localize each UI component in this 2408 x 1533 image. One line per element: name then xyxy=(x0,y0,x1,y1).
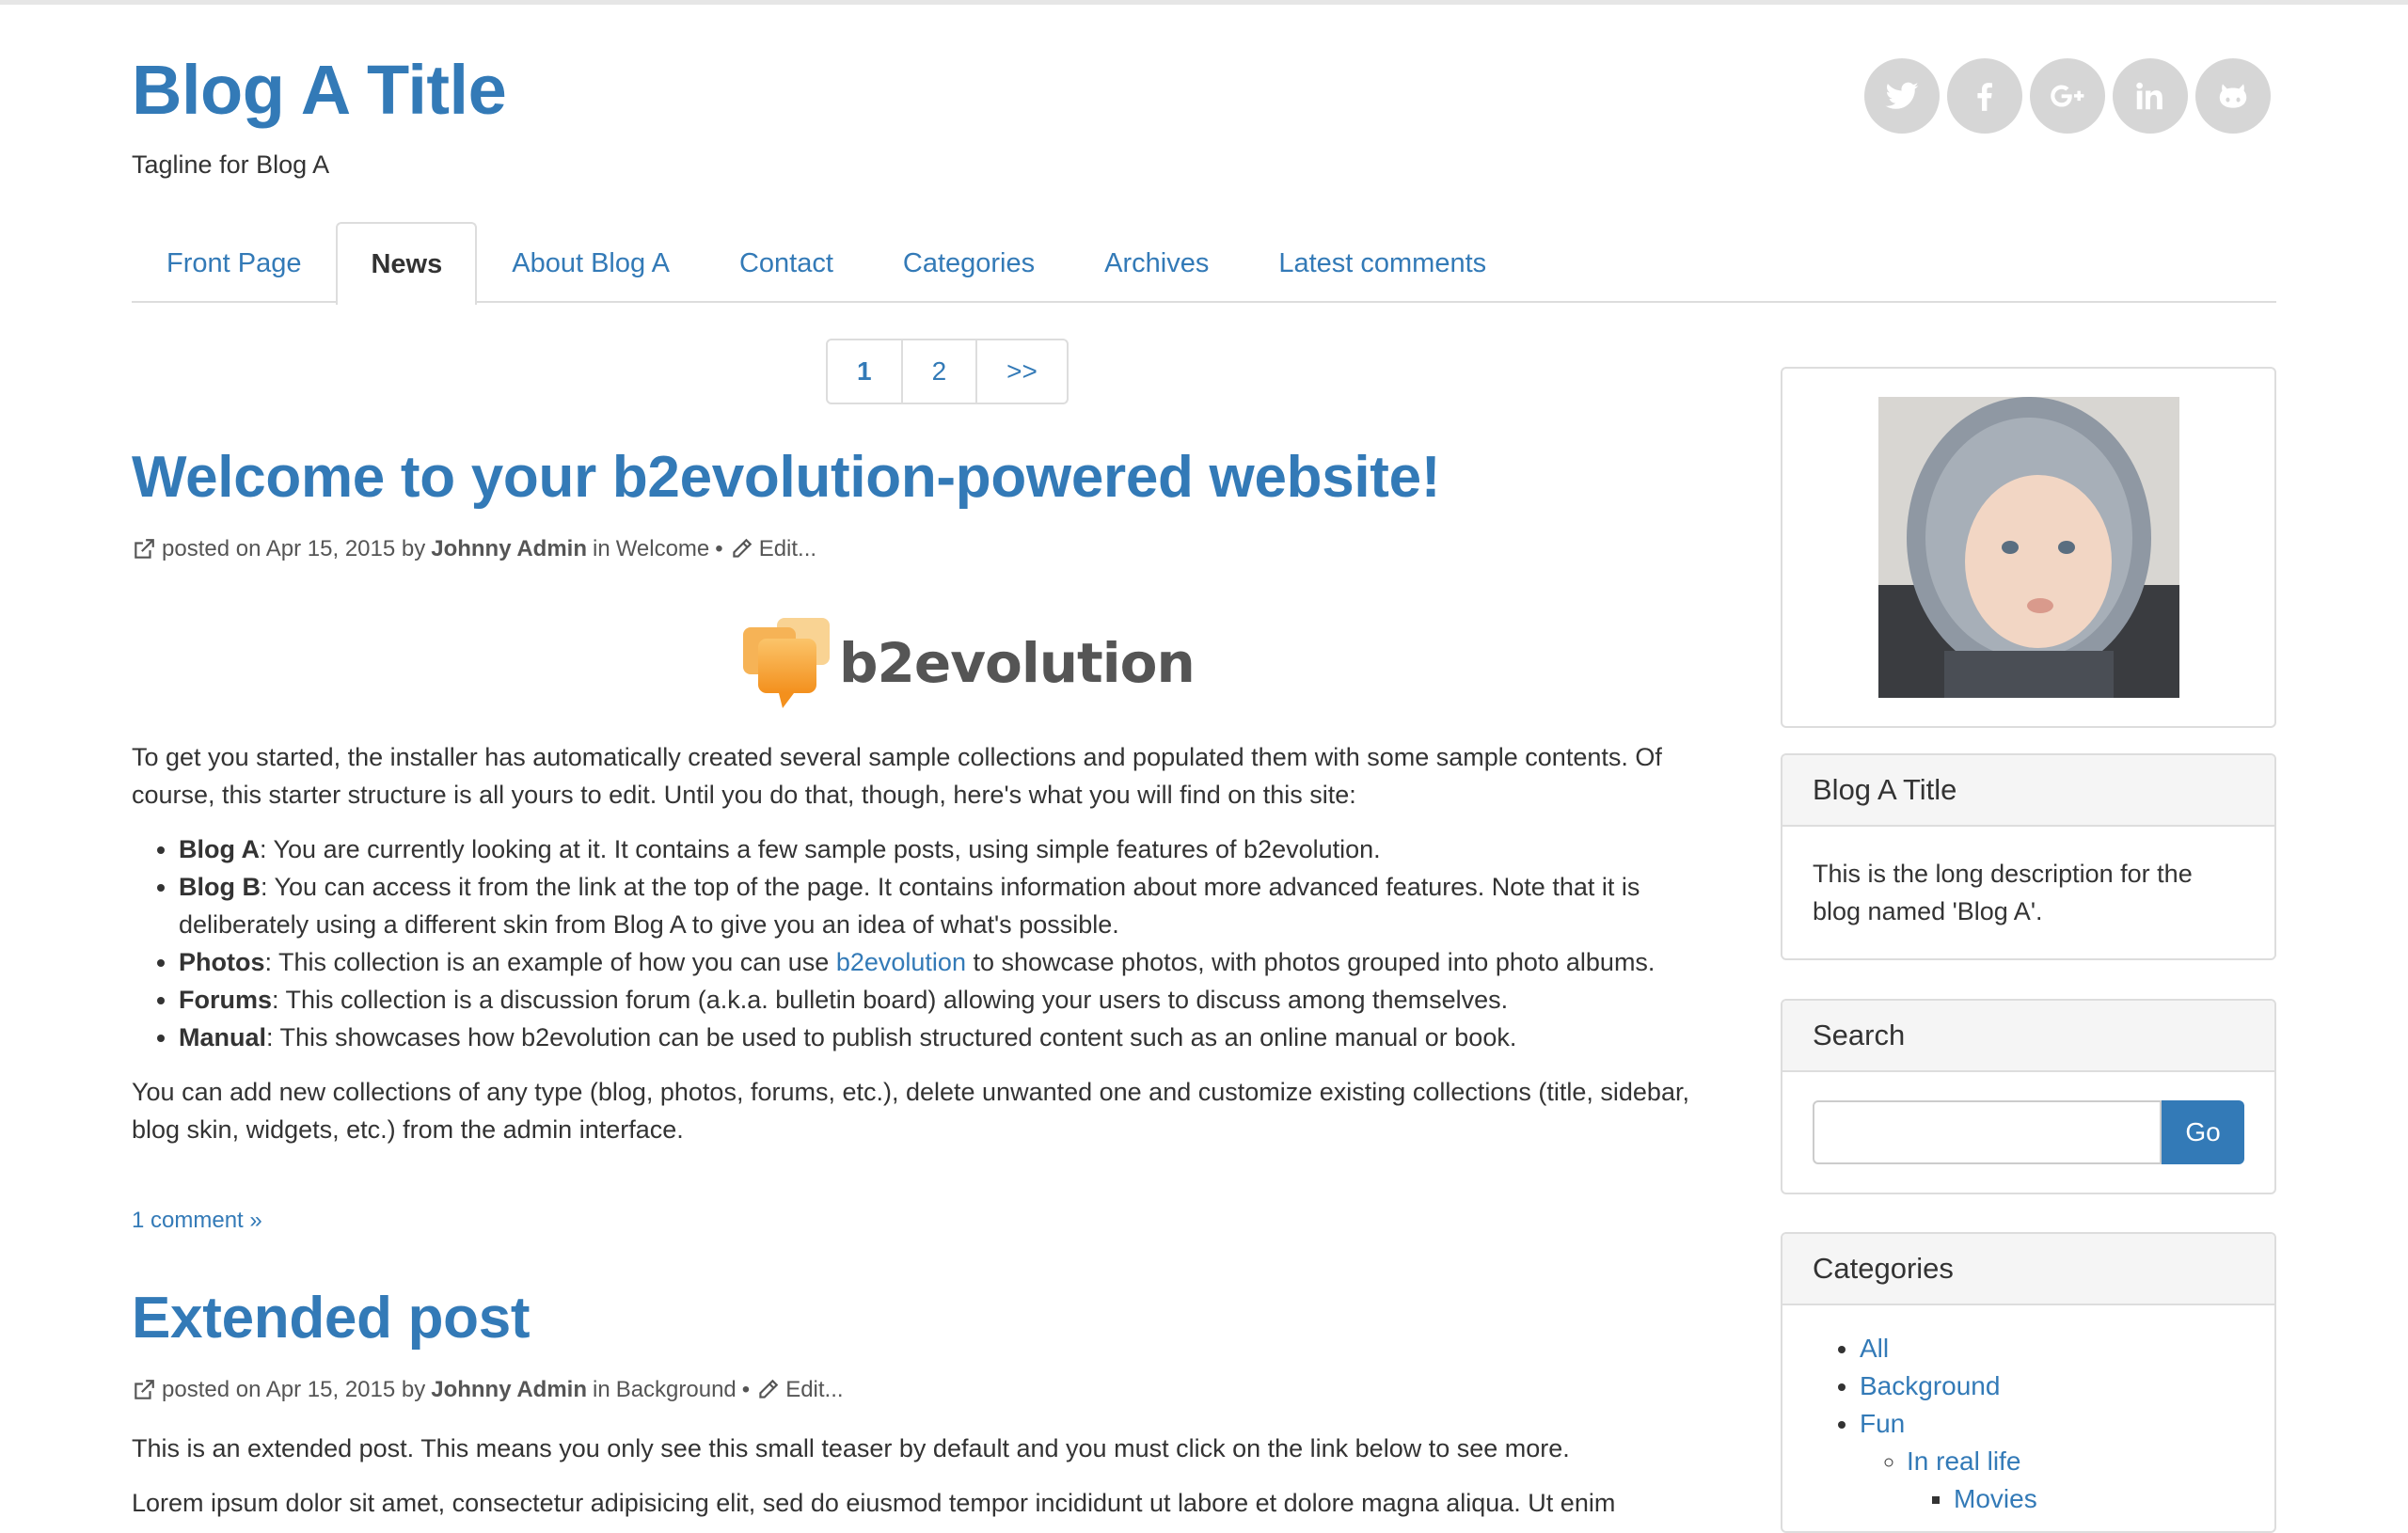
social-links xyxy=(1864,58,2271,134)
pagination: 1 2 >> xyxy=(826,339,1069,404)
category-background[interactable]: Background xyxy=(1860,1371,2000,1400)
category-all[interactable]: All xyxy=(1860,1334,1889,1363)
top-bar xyxy=(0,0,2408,5)
edit-link[interactable]: Edit... xyxy=(759,536,816,562)
page-2-link[interactable]: 2 xyxy=(900,340,976,403)
category-in-real-life[interactable]: In real life xyxy=(1907,1446,2020,1476)
post-intro: To get you started, the installer has au… xyxy=(132,743,1662,809)
tab-categories[interactable]: Categories xyxy=(868,222,1069,303)
post-content: This is an extended post. This means you… xyxy=(132,1430,1721,1522)
tab-contact[interactable]: Contact xyxy=(705,222,868,303)
facebook-icon xyxy=(1977,83,1992,111)
blog-info-panel: Blog A Title This is the long descriptio… xyxy=(1781,753,2276,960)
avatar-panel xyxy=(1781,367,2276,728)
twitter-button[interactable] xyxy=(1864,58,1940,134)
category-item: Fun In real life Movies xyxy=(1860,1405,2244,1518)
post-in-label: in xyxy=(593,536,610,561)
list-item: Forums: This collection is a discussion … xyxy=(179,981,1721,1019)
search-form: Go xyxy=(1813,1100,2244,1164)
github-button[interactable] xyxy=(2195,58,2271,134)
post-meta: posted on Apr 15, 2015 by Johnny Admin i… xyxy=(132,1377,844,1403)
post-lorem: Lorem ipsum dolor sit amet, consectetur … xyxy=(132,1489,1616,1517)
edit-icon xyxy=(733,538,752,558)
google-plus-icon xyxy=(2051,85,2084,107)
post-category[interactable]: Welcome xyxy=(616,536,710,562)
post-content: To get you started, the installer has au… xyxy=(132,738,1721,1148)
google-plus-button[interactable] xyxy=(2030,58,2105,134)
category-item: All xyxy=(1860,1330,2244,1367)
panel-title: Categories xyxy=(1782,1234,2274,1305)
meta-separator: • xyxy=(715,536,723,561)
meta-separator: • xyxy=(741,1377,751,1402)
b2evolution-logo: b2evolution xyxy=(741,616,1196,710)
tab-front-page[interactable]: Front Page xyxy=(132,222,336,303)
list-item: Manual: This showcases how b2evolution c… xyxy=(179,1019,1721,1056)
site-tagline: Tagline for Blog A xyxy=(132,150,330,179)
permalink-icon[interactable] xyxy=(132,537,156,561)
post-in-label: in xyxy=(593,1377,610,1402)
post-date: posted on Apr 15, 2015 by xyxy=(162,536,426,561)
category-movies[interactable]: Movies xyxy=(1954,1484,2037,1513)
logo-bubbles-icon xyxy=(743,618,830,708)
category-fun[interactable]: Fun xyxy=(1860,1409,1905,1438)
category-item: In real life Movies xyxy=(1907,1443,2244,1518)
search-go-button[interactable]: Go xyxy=(2162,1100,2244,1164)
permalink-icon[interactable] xyxy=(132,1378,156,1402)
github-icon xyxy=(2219,84,2247,108)
main-nav: Front Page News About Blog A Contact Cat… xyxy=(132,222,2276,305)
logo-text: b2evolution xyxy=(839,631,1196,695)
edit-icon xyxy=(759,1379,779,1399)
list-item: Blog B: You can access it from the link … xyxy=(179,868,1721,943)
next-page-link[interactable]: >> xyxy=(975,340,1067,403)
avatar xyxy=(1878,397,2179,698)
category-item: Movies xyxy=(1954,1480,2244,1518)
site-title[interactable]: Blog A Title xyxy=(132,52,507,129)
category-item: Background xyxy=(1860,1367,2244,1405)
post-title[interactable]: Welcome to your b2evolution-powered webs… xyxy=(132,445,1440,510)
linkedin-icon xyxy=(2136,82,2162,110)
categories-panel: Categories All Background Fun In real li… xyxy=(1781,1232,2276,1533)
tab-news[interactable]: News xyxy=(336,222,478,305)
blog-description: This is the long description for the blo… xyxy=(1813,860,2193,925)
twitter-icon xyxy=(1885,82,1919,109)
tab-about-blog-a[interactable]: About Blog A xyxy=(477,222,705,303)
post-author: Johnny Admin xyxy=(431,1377,587,1402)
panel-title: Blog A Title xyxy=(1782,755,2274,827)
post-category[interactable]: Background xyxy=(616,1377,737,1403)
page-1-link[interactable]: 1 xyxy=(828,340,901,403)
tab-latest-comments[interactable]: Latest comments xyxy=(1244,222,1521,303)
search-input[interactable] xyxy=(1813,1100,2162,1164)
categories-list: All Background Fun In real life Movies xyxy=(1813,1330,2244,1518)
post-date: posted on Apr 15, 2015 by xyxy=(162,1377,426,1402)
post-title[interactable]: Extended post xyxy=(132,1286,531,1351)
post-meta: posted on Apr 15, 2015 by Johnny Admin i… xyxy=(132,536,816,562)
comments-link[interactable]: 1 comment » xyxy=(132,1208,262,1234)
post-outro: You can add new collections of any type … xyxy=(132,1078,1689,1144)
b2evolution-link[interactable]: b2evolution xyxy=(836,948,966,976)
linkedin-button[interactable] xyxy=(2113,58,2188,134)
list-item: Photos: This collection is an example of… xyxy=(179,943,1721,981)
edit-link[interactable]: Edit... xyxy=(785,1377,843,1403)
panel-title: Search xyxy=(1782,1001,2274,1072)
facebook-button[interactable] xyxy=(1947,58,2022,134)
post-author: Johnny Admin xyxy=(431,536,587,561)
search-panel: Search Go xyxy=(1781,999,2276,1194)
collections-list: Blog A: You are currently looking at it.… xyxy=(132,830,1721,1056)
post-teaser: This is an extended post. This means you… xyxy=(132,1434,1570,1462)
tab-archives[interactable]: Archives xyxy=(1069,222,1244,303)
list-item: Blog A: You are currently looking at it.… xyxy=(179,830,1721,868)
